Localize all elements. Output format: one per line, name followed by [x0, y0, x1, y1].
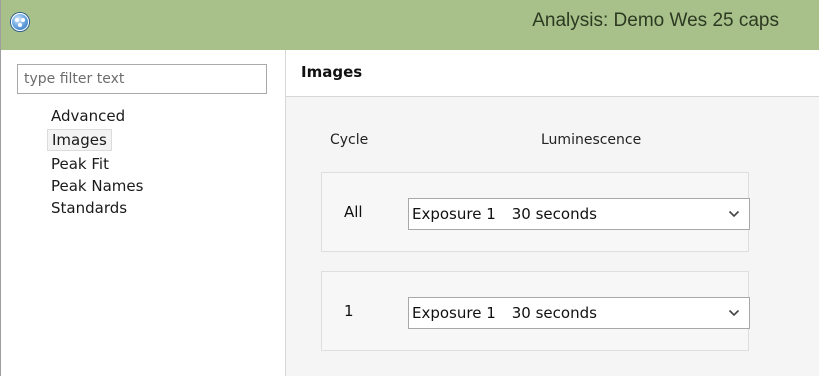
luminescence-column-header: Luminescence [541, 132, 642, 148]
app-globe-icon[interactable] [11, 13, 29, 31]
cycle-row-1: 1 Exposure 1 30 seconds [321, 271, 750, 351]
exposure-name: Exposure 1 [412, 304, 496, 322]
analysis-window: Analysis: Demo Wes 25 caps Advanced Imag… [0, 0, 819, 376]
exposure-name: Exposure 1 [412, 205, 496, 223]
chevron-down-icon[interactable] [728, 209, 740, 219]
window-title: Analysis: Demo Wes 25 caps [532, 10, 779, 31]
filter-input[interactable] [17, 64, 267, 94]
nav-item-label: Images [47, 129, 112, 151]
cycle-label: All [344, 203, 363, 221]
preferences-nav-pane: Advanced Images Peak Fit Peak Names Stan… [1, 50, 286, 376]
page-title: Images [301, 63, 363, 81]
exposure-select-value: Exposure 1 30 seconds [412, 298, 597, 328]
cycle-column-header: Cycle [330, 132, 369, 148]
cycle-label: 1 [344, 302, 354, 320]
nav-item-images[interactable]: Images [47, 127, 147, 153]
content-header: Images [286, 50, 819, 97]
images-settings-pane: Images Cycle Luminescence All Exposure 1… [286, 50, 819, 376]
nav-item-peak-fit[interactable]: Peak Fit [51, 153, 147, 175]
nav-item-standards[interactable]: Standards [51, 197, 147, 219]
exposure-select-1[interactable]: Exposure 1 30 seconds [408, 297, 750, 329]
nav-item-label: Standards [51, 199, 128, 217]
nav-item-advanced[interactable]: Advanced [51, 105, 147, 127]
nav-list: Advanced Images Peak Fit Peak Names Stan… [47, 105, 147, 219]
title-bar: Analysis: Demo Wes 25 caps [1, 0, 819, 50]
exposure-duration: 30 seconds [511, 205, 597, 223]
exposure-duration: 30 seconds [511, 304, 597, 322]
nav-item-label: Advanced [51, 107, 126, 125]
nav-item-label: Peak Names [51, 177, 144, 195]
exposure-select-value: Exposure 1 30 seconds [412, 199, 597, 229]
nav-item-peak-names[interactable]: Peak Names [51, 175, 147, 197]
cycle-row-all: All Exposure 1 30 seconds [321, 172, 750, 252]
chevron-down-icon[interactable] [728, 308, 740, 318]
nav-item-label: Peak Fit [51, 155, 109, 173]
exposure-select-all[interactable]: Exposure 1 30 seconds [408, 198, 750, 230]
